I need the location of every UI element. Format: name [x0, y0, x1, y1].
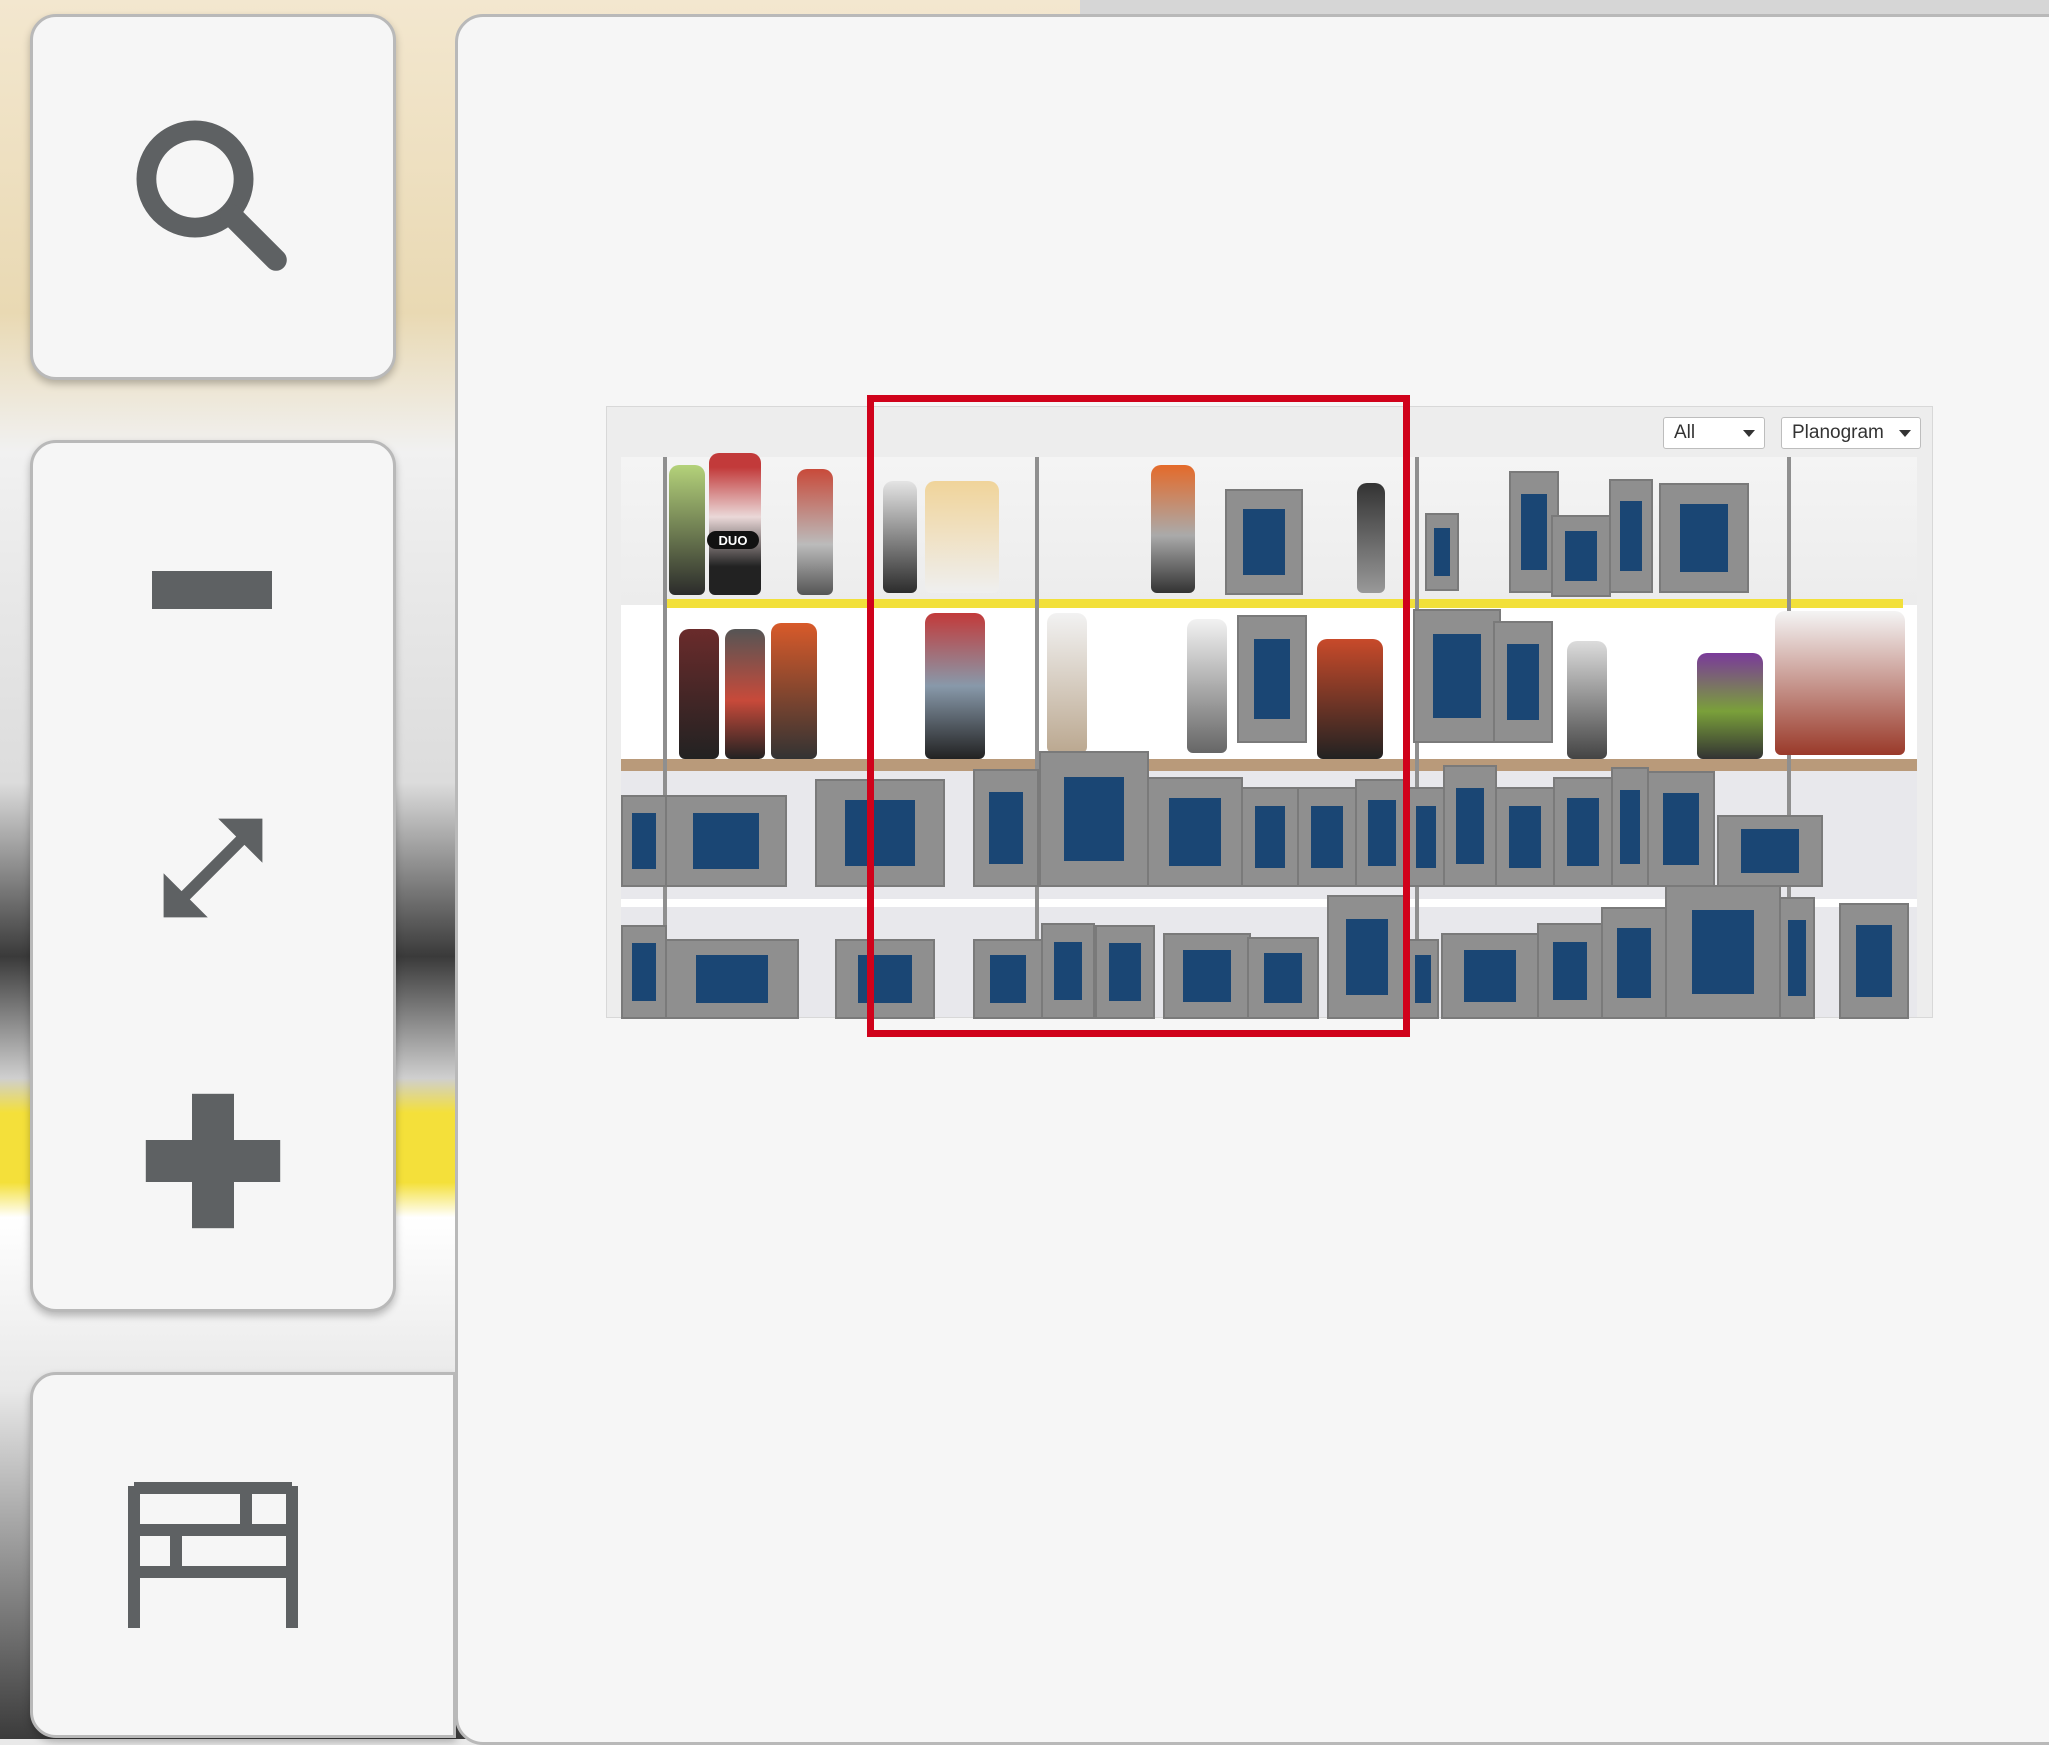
- product-placeholder: [1407, 787, 1445, 887]
- viewport-indicator[interactable]: [867, 395, 1410, 1037]
- zoom-in-button[interactable]: [33, 1013, 393, 1309]
- product-placeholder: [1441, 933, 1539, 1019]
- product-sous-vide-display: [1775, 611, 1905, 755]
- product-placeholder: [621, 925, 667, 1019]
- product-placeholder: [1665, 885, 1781, 1019]
- product-placeholder: [1493, 621, 1553, 743]
- product-placeholder: [1717, 815, 1823, 887]
- product-placeholder: [621, 795, 667, 887]
- filter-dropdown[interactable]: All: [1663, 417, 1765, 449]
- product-placeholder: [1551, 515, 1611, 597]
- planogram-view-control: [30, 1372, 456, 1738]
- product-blender: [679, 629, 719, 759]
- expand-arrows-icon: [163, 818, 263, 918]
- view-dropdown-value: Planogram: [1792, 422, 1884, 443]
- chevron-down-icon: [1899, 430, 1911, 437]
- fit-to-screen-button[interactable]: [33, 723, 393, 1013]
- filter-dropdown-value: All: [1674, 422, 1696, 443]
- search-icon: [136, 120, 287, 271]
- product-placeholder: [1659, 483, 1749, 593]
- product-placeholder: [665, 795, 787, 887]
- planogram-view-button[interactable]: [33, 1375, 393, 1735]
- product-blender: [709, 453, 761, 595]
- product-placeholder: [1537, 923, 1603, 1019]
- minus-icon: [152, 571, 272, 609]
- shelf-icon: [128, 1482, 298, 1628]
- zoom-controls: [30, 440, 396, 1312]
- zoom-out-button[interactable]: [33, 443, 393, 723]
- product-placeholder: [1601, 907, 1667, 1019]
- product-placeholder: [1495, 787, 1555, 887]
- plus-icon: [145, 1093, 281, 1229]
- product-placeholder: [1647, 771, 1715, 887]
- product-placeholder: [1413, 609, 1501, 743]
- product-placeholder: [1839, 903, 1909, 1019]
- product-blender: [771, 623, 817, 759]
- product-blender: [725, 629, 765, 759]
- search-control: [30, 14, 396, 380]
- product-blender: [1567, 641, 1607, 759]
- product-placeholder: [1443, 765, 1497, 887]
- chevron-down-icon: [1743, 430, 1755, 437]
- duo-badge: DUO: [707, 531, 759, 549]
- product-placeholder: [1425, 513, 1459, 591]
- search-button[interactable]: [33, 17, 393, 377]
- product-blender: [797, 469, 833, 595]
- view-dropdown[interactable]: Planogram: [1781, 417, 1921, 449]
- product-placeholder: [1779, 897, 1815, 1019]
- product-blender: [1697, 653, 1763, 759]
- product-placeholder: [665, 939, 799, 1019]
- product-placeholder: [1611, 767, 1649, 887]
- product-placeholder: [1553, 777, 1613, 887]
- product-placeholder: [1407, 939, 1439, 1019]
- product-blender: [669, 465, 705, 595]
- product-placeholder: [1609, 479, 1653, 593]
